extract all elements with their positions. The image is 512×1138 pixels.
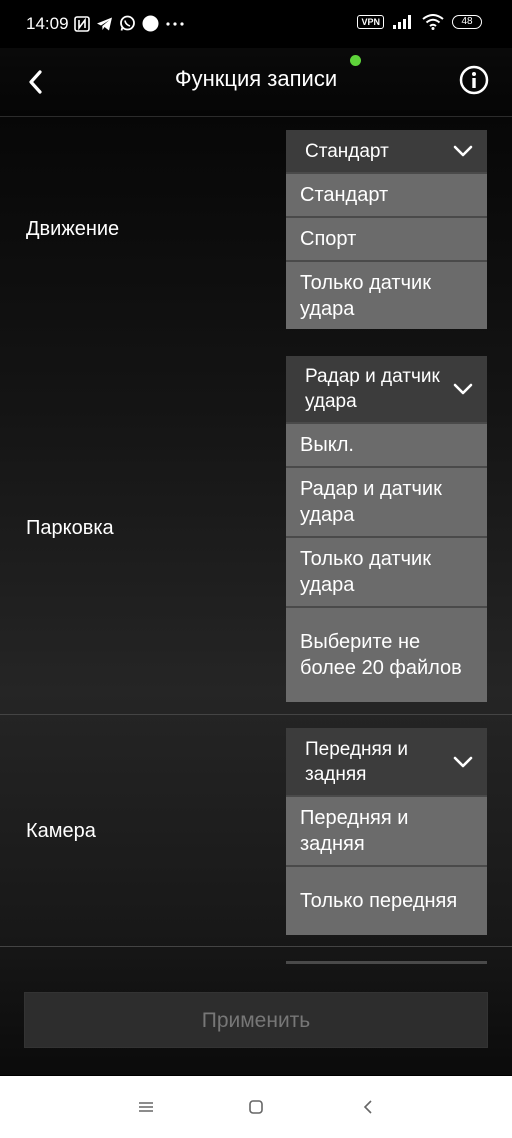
- recording-indicator: [350, 55, 361, 66]
- chevron-down-icon: [453, 756, 473, 767]
- parking-option-shock-only[interactable]: Только датчик удара: [286, 536, 487, 606]
- camera-dropdown-selected[interactable]: Передняя и задняя: [286, 728, 487, 795]
- movement-option-sport[interactable]: Спорт: [286, 216, 487, 260]
- next-dropdown-edge: [286, 961, 487, 964]
- camera-selected-label: Передняя и задняя: [305, 738, 408, 785]
- section-divider: [0, 946, 512, 947]
- back-icon[interactable]: [358, 1098, 378, 1116]
- movement-dropdown: Стандарт Стандарт Спорт Только датчик уд…: [286, 130, 487, 329]
- apply-button[interactable]: Применить: [24, 992, 488, 1048]
- parking-option-off[interactable]: Выкл.: [286, 422, 487, 466]
- movement-option-shock-only[interactable]: Только датчик удара: [286, 260, 487, 329]
- circle-icon: [142, 15, 159, 32]
- parking-option-radar-shock[interactable]: Радар и датчик удара: [286, 466, 487, 536]
- status-bar: 14:09 VPN 48: [0, 0, 512, 48]
- section-divider: [0, 714, 512, 715]
- home-icon[interactable]: [246, 1098, 266, 1116]
- movement-selected-label: Стандарт: [305, 140, 389, 162]
- movement-dropdown-selected[interactable]: Стандарт: [286, 130, 487, 172]
- menu-icon[interactable]: [136, 1098, 156, 1116]
- camera-option-front-only[interactable]: Только передняя: [286, 865, 487, 935]
- wifi-icon: [422, 14, 444, 30]
- parking-dropdown-selected[interactable]: Радар и датчик удара: [286, 356, 487, 422]
- vpn-badge: VPN: [357, 15, 384, 29]
- status-icons-left: [74, 15, 185, 32]
- chevron-down-icon: [453, 383, 473, 395]
- parking-dropdown: Радар и датчик удара Выкл. Радар и датчи…: [286, 356, 487, 702]
- settings-content: Движение Стандарт Стандарт Спорт Только …: [0, 117, 512, 1075]
- movement-option-standard[interactable]: Стандарт: [286, 172, 487, 216]
- more-dots-icon: [166, 21, 184, 26]
- nav-bar: [0, 1076, 512, 1138]
- chevron-down-icon: [453, 145, 473, 157]
- status-icons-right: VPN 48: [357, 14, 482, 30]
- camera-label: Камера: [26, 820, 96, 842]
- movement-label: Движение: [26, 218, 120, 240]
- info-icon[interactable]: [458, 64, 490, 96]
- camera-dropdown: Передняя и задняя Передняя и задняя Толь…: [286, 728, 487, 935]
- battery-indicator: 48: [452, 15, 482, 29]
- status-time: 14:09: [26, 14, 69, 33]
- page-title: Функция записи: [174, 66, 338, 91]
- header: Функция записи: [0, 48, 512, 117]
- parking-selected-label: Радар и датчик удара: [305, 366, 440, 412]
- signal-icon: [393, 15, 411, 29]
- parking-label: Парковка: [26, 517, 114, 539]
- parking-option-max-files[interactable]: Выберите не более 20 файлов: [286, 606, 487, 702]
- whatsapp-icon: [120, 15, 135, 31]
- camera-option-front-rear[interactable]: Передняя и задняя: [286, 795, 487, 865]
- nfc-icon: [74, 15, 90, 32]
- telegram-icon: [97, 17, 112, 30]
